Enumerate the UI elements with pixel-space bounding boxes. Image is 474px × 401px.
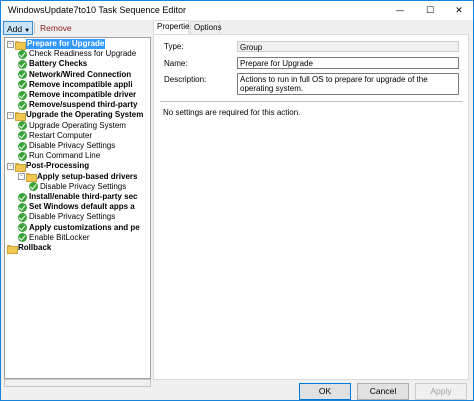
tree-group[interactable]: - Upgrade the Operating System: [7, 110, 144, 121]
checkmark-icon: [18, 70, 27, 80]
tree-item-label: Restart Computer: [29, 130, 93, 140]
tree-item-label: Battery Checks: [29, 59, 88, 69]
name-label: Name:: [164, 59, 188, 68]
tree-step[interactable]: Remove incompatible appli: [18, 80, 133, 90]
checkmark-icon: [18, 121, 27, 131]
ok-button[interactable]: OK: [299, 383, 351, 400]
tree-step[interactable]: Disable Privacy Settings: [18, 212, 115, 222]
tree-step[interactable]: Restart Computer: [18, 131, 92, 141]
checkmark-icon: [18, 223, 27, 233]
tree-item-label: Remove incompatible appli: [29, 79, 133, 89]
tree-item-label: Remove incompatible driver: [29, 90, 137, 99]
settings-note: No settings are required for this action…: [163, 108, 301, 117]
close-button[interactable]: ✕: [444, 1, 474, 20]
tree-item-label: Install/enable third-party sec: [29, 192, 138, 201]
checkmark-icon: [18, 90, 27, 100]
checkmark-icon: [18, 202, 27, 212]
chevron-down-icon: ▼: [24, 28, 31, 34]
tree-item-label: Disable Privacy Settings: [40, 181, 127, 191]
tree-item-label: Check Readiness for Upgrade: [29, 49, 137, 59]
tree-group[interactable]: - Prepare for Upgrade: [7, 39, 106, 50]
tree-horizontal-scrollbar[interactable]: [4, 379, 151, 387]
tree-item-label: Rollback: [18, 243, 52, 252]
checkmark-icon: [18, 131, 27, 141]
name-field[interactable]: Prepare for Upgrade: [237, 57, 459, 69]
description-label: Description:: [164, 75, 207, 84]
folder-icon: [15, 111, 26, 121]
cancel-button[interactable]: Cancel: [357, 383, 409, 400]
tree-item-label: Apply customizations and pe: [29, 222, 140, 232]
description-field[interactable]: Actions to run in full OS to prepare for…: [237, 73, 459, 95]
collapse-toggle-icon[interactable]: -: [7, 111, 14, 119]
folder-icon: [15, 162, 26, 172]
tab-properties[interactable]: Properties: [153, 20, 193, 35]
tree-item-label: Prepare for Upgrade: [26, 39, 106, 49]
tree-group[interactable]: - Post-Processing: [7, 161, 90, 172]
tree-step[interactable]: Remove/suspend third-party: [18, 100, 137, 110]
toolbar: Add ▼ Remove: [1, 20, 151, 36]
tree-step[interactable]: Network/Wired Connection: [18, 70, 131, 80]
tree-item-label: Post-Processing: [26, 161, 90, 171]
minimize-button[interactable]: —: [385, 1, 415, 20]
collapse-toggle-icon[interactable]: -: [7, 40, 14, 48]
task-sequence-tree[interactable]: - Prepare for Upgrade Check Readiness for …: [4, 37, 151, 379]
tree-step[interactable]: Enable BitLocker: [18, 233, 89, 243]
tree-item-label: Remove/suspend third-party: [29, 100, 138, 110]
tree-step[interactable]: Battery Checks: [18, 59, 87, 69]
window-title: WindowsUpdate7to10 Task Sequence Editor: [8, 5, 186, 15]
folder-icon: [15, 40, 26, 50]
task-sequence-editor-window: WindowsUpdate7to10 Task Sequence Editor …: [0, 0, 474, 401]
collapse-toggle-icon[interactable]: -: [18, 173, 25, 181]
checkmark-icon: [18, 49, 27, 59]
tree-step[interactable]: Disable Privacy Settings: [29, 182, 126, 192]
checkmark-icon: [18, 212, 27, 222]
tree-step[interactable]: Remove incompatible driver: [18, 90, 136, 100]
tree-step[interactable]: Run Command Line: [18, 151, 100, 161]
toolbar-separator: [34, 22, 35, 34]
tree-step[interactable]: Upgrade Operating System: [18, 121, 126, 131]
type-field: Group: [237, 41, 459, 52]
tree-item-label: Network/Wired Connection: [29, 69, 132, 79]
type-label: Type:: [164, 42, 184, 51]
checkmark-icon: [18, 233, 27, 243]
collapse-toggle-icon[interactable]: -: [7, 162, 14, 170]
checkmark-icon: [18, 151, 27, 161]
tree-group[interactable]: Rollback: [7, 243, 52, 254]
maximize-button[interactable]: ☐: [415, 1, 445, 20]
add-button-label: Add: [7, 24, 23, 34]
checkmark-icon: [18, 59, 27, 69]
tree-item-label: Apply setup-based drivers: [37, 171, 138, 181]
tree-item-label: Upgrade the Operating System: [26, 110, 144, 120]
checkmark-icon: [18, 100, 27, 110]
tree-step[interactable]: Apply customizations and pe: [18, 223, 140, 233]
properties-panel: Type: Group Name: Prepare for Upgrade De…: [153, 34, 469, 380]
tree-item-label: Run Command Line: [29, 151, 101, 161]
tree-step[interactable]: Install/enable third-party sec: [18, 192, 137, 202]
checkmark-icon: [18, 192, 27, 202]
tab-options[interactable]: Options: [190, 21, 222, 34]
checkmark-icon: [29, 182, 38, 192]
folder-icon: [26, 173, 37, 183]
tree-item-label: Set Windows default apps a: [29, 202, 135, 212]
title-bar: WindowsUpdate7to10 Task Sequence Editor …: [1, 1, 473, 20]
remove-button[interactable]: Remove: [37, 21, 75, 35]
tree-item-label: Upgrade Operating System: [29, 120, 126, 130]
tree-step[interactable]: Disable Privacy Settings: [18, 141, 115, 151]
checkmark-icon: [18, 80, 27, 90]
folder-icon: [7, 244, 18, 254]
checkmark-icon: [18, 141, 27, 151]
tree-group[interactable]: - Apply setup-based drivers: [18, 171, 138, 183]
tree-item-label: Enable BitLocker: [29, 232, 90, 242]
tree-item-label: Disable Privacy Settings: [29, 212, 116, 222]
tree-item-label: Disable Privacy Settings: [29, 141, 116, 150]
tree-step[interactable]: Check Readiness for Upgrade: [18, 49, 136, 59]
divider: [160, 101, 463, 102]
tree-step[interactable]: Set Windows default apps a: [18, 202, 135, 212]
add-button[interactable]: Add ▼: [3, 21, 33, 35]
apply-button[interactable]: Apply: [415, 383, 467, 400]
